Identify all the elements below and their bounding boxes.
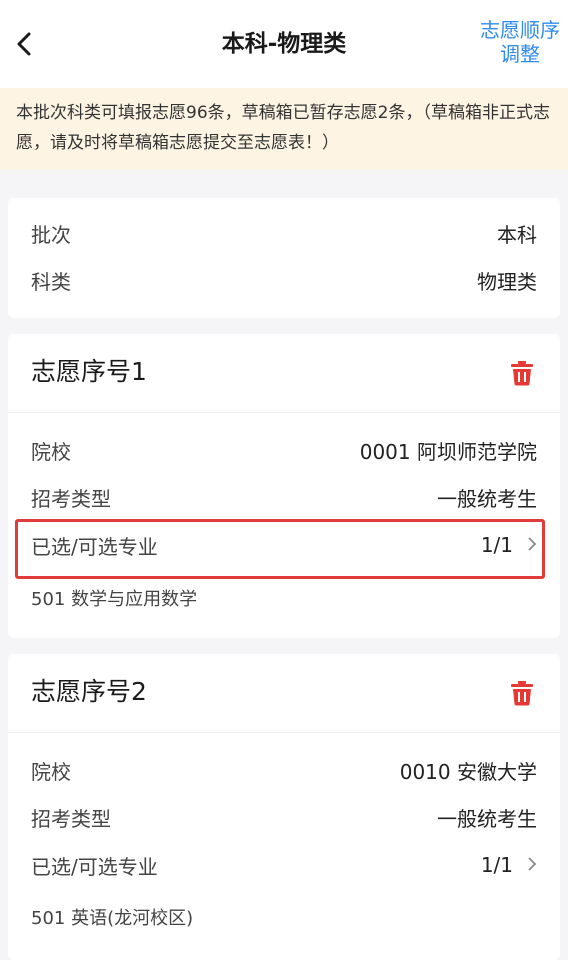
school-label: 院校 [31, 759, 71, 784]
selected-major-text: 501 数学与应用数学 [31, 589, 198, 610]
chevron-right-icon [527, 536, 537, 557]
adjust-order-button[interactable]: 志愿顺序 调整 [476, 18, 564, 66]
school-row: 院校 0010 安徽大学 [31, 755, 537, 785]
choice-card-header: 志愿序号2 [8, 654, 560, 733]
major-selection-count: 1/1 [480, 533, 513, 557]
admission-type-label: 招考类型 [31, 486, 111, 511]
admission-type-label: 招考类型 [31, 806, 111, 831]
major-selection-row[interactable]: 已选/可选专业 1/1 [31, 530, 537, 560]
major-selection-label: 已选/可选专业 [31, 534, 158, 559]
admission-type-value: 一般统考生 [437, 486, 537, 511]
adjust-order-label-line2: 调整 [500, 42, 540, 66]
choice-card-2: 志愿序号2 院校 0010 安徽大学 招考类型 一般统考生 已选/可选专业 1/… [8, 654, 560, 960]
category-label: 科类 [31, 269, 71, 294]
batch-info-card: 批次 本科 科类 物理类 [8, 198, 560, 318]
major-selection-count: 1/1 [480, 853, 513, 877]
admission-type-row: 招考类型 一般统考生 [31, 482, 537, 512]
chevron-right-icon [527, 856, 537, 877]
school-row: 院校 0001 阿坝师范学院 [31, 435, 537, 465]
major-selection-value-wrap: 1/1 [481, 853, 537, 877]
trash-icon[interactable] [510, 360, 534, 386]
admission-type-row: 招考类型 一般统考生 [31, 802, 537, 832]
trash-icon[interactable] [510, 680, 534, 706]
category-value: 物理类 [477, 269, 537, 294]
batch-row: 批次 本科 [31, 218, 537, 248]
major-selection-label: 已选/可选专业 [31, 854, 158, 879]
school-label: 院校 [31, 439, 71, 464]
school-value: 0001 阿坝师范学院 [359, 439, 537, 464]
choice-card-1: 志愿序号1 院校 0001 阿坝师范学院 招考类型 一般统考生 已选/可选专业 … [8, 334, 560, 638]
category-row: 科类 物理类 [31, 265, 537, 295]
choice-title: 志愿序号1 [31, 357, 147, 386]
nav-header: 本科-物理类 志愿顺序 调整 [0, 0, 568, 88]
major-selection-row[interactable]: 已选/可选专业 1/1 [31, 850, 537, 880]
choice-title: 志愿序号2 [31, 677, 147, 706]
admission-type-value: 一般统考生 [437, 806, 537, 831]
page: 本科-物理类 志愿顺序 调整 本批次科类可填报志愿96条，草稿箱已暂存志愿2条，… [0, 0, 568, 960]
batch-value: 本科 [497, 222, 537, 247]
notice-text: 本批次科类可填报志愿96条，草稿箱已暂存志愿2条，（草稿箱非正式志愿，请及时将草… [16, 103, 550, 153]
adjust-order-label-line1: 志愿顺序 [480, 18, 560, 42]
school-value: 0010 安徽大学 [399, 759, 537, 784]
selected-major-text: 501 英语(龙河校区) [31, 908, 194, 929]
major-selection-value-wrap: 1/1 [481, 533, 537, 557]
batch-label: 批次 [31, 222, 71, 247]
choice-card-header: 志愿序号1 [8, 334, 560, 413]
notice-banner: 本批次科类可填报志愿96条，草稿箱已暂存志愿2条，（草稿箱非正式志愿，请及时将草… [0, 88, 568, 170]
